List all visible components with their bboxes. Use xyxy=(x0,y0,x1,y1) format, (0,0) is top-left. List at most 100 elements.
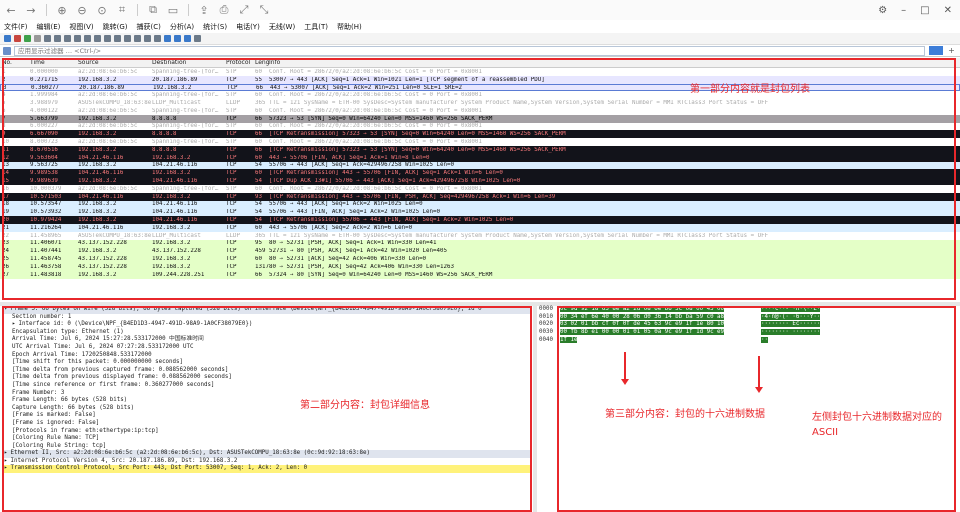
detail-row[interactable]: [Frame is ignored: False] xyxy=(2,420,532,428)
apply-filter-button[interactable] xyxy=(929,46,943,55)
expand-arrow-icon[interactable]: ▸ xyxy=(4,450,8,456)
stop-capture-icon[interactable] xyxy=(14,35,21,42)
detail-row[interactable]: ▸ Internet Protocol Version 4, Src: 20.18… xyxy=(2,458,532,466)
expand-arrow-icon[interactable]: ▸ xyxy=(4,465,8,471)
packet-row[interactable]: 4 1.999984 a2:2d:08:6e:b6:5c Spanning-tree-… xyxy=(0,91,960,100)
zoom-out-icon[interactable]: ⊖ xyxy=(75,3,89,17)
print-icon[interactable]: ⎙ xyxy=(217,3,231,17)
hex-bytes[interactable]: 03 02 01 bb cf 0f 0f de 45 63 9c e9 1f 1… xyxy=(559,321,761,329)
go-forward-icon[interactable] xyxy=(104,35,111,42)
packet-row[interactable]: 12 9.563604 104.21.46.116 192.168.3.2 TCP 60 4… xyxy=(0,153,960,162)
menu-statistics[interactable]: 统计(S) xyxy=(203,22,227,32)
folder-icon[interactable]: ▭ xyxy=(166,3,180,17)
detail-row[interactable]: [Protocols in frame: eth:ethertype:ip:tc… xyxy=(2,428,532,436)
packet-row[interactable]: 8 6.000227 a2:2d:08:6e:b6:5c Spanning-tree-… xyxy=(0,122,960,131)
detail-row[interactable]: [Coloring Rule Name: TCP] xyxy=(2,435,532,443)
maximize-icon[interactable]: □ xyxy=(920,5,929,16)
menu-file[interactable]: 文件(F) xyxy=(4,22,28,32)
detail-row[interactable]: ▸ Ethernet II, Src: a2:2d:08:6e:b6:5c (a2… xyxy=(2,450,532,458)
add-filter-button[interactable]: + xyxy=(947,46,956,55)
packet-row[interactable]: 20 10.979424 192.168.3.2 104.21.46.116 TCP 54… xyxy=(0,216,960,224)
expand-arrow-icon[interactable]: ▸ xyxy=(12,321,16,327)
packet-row[interactable]: 2 0.271715 192.168.3.2 20.187.186.89 TCP 55 53… xyxy=(0,75,960,84)
zoom-in-toolbar-icon[interactable] xyxy=(164,35,171,42)
packet-row[interactable]: 15 9.989639 192.168.3.2 104.21.46.116 TCP 54 [… xyxy=(0,177,960,185)
menu-tools[interactable]: 工具(T) xyxy=(304,22,328,32)
go-back-icon[interactable] xyxy=(94,35,101,42)
packet-row[interactable]: 18 10.573547 192.168.3.2 104.21.46.116 TCP 54… xyxy=(0,200,960,209)
packet-row[interactable]: 7 5.663799 192.168.3.2 8.8.8.8 TCP 66 57323 → … xyxy=(0,114,960,123)
start-capture-icon[interactable] xyxy=(4,35,11,42)
col-header-source[interactable]: Source xyxy=(78,59,152,66)
detail-row[interactable]: ▸ Interface id: 0 (\Device\NPF_{B4ED1D3-4… xyxy=(2,321,532,329)
detail-row[interactable]: [Time since reference or first frame: 0.… xyxy=(2,382,532,390)
menu-wireless[interactable]: 无线(W) xyxy=(269,22,295,32)
detail-row[interactable]: ▾ Frame 3: 66 bytes on wire (528 bits), 6… xyxy=(2,306,532,314)
col-header-info[interactable]: Info xyxy=(269,59,960,66)
crop-icon[interactable]: ⌗ xyxy=(115,3,129,17)
zoom-out-toolbar-icon[interactable] xyxy=(174,35,181,42)
packet-row[interactable]: 24 11.407441 192.168.3.2 43.137.152.228 TCP 4… xyxy=(0,247,960,256)
menu-help[interactable]: 帮助(H) xyxy=(337,22,362,32)
copy-icon[interactable]: ⧉ xyxy=(146,3,160,17)
col-header-protocol[interactable]: Protocol xyxy=(226,59,255,66)
packet-row[interactable]: 10 8.000723 a2:2d:08:6e:b6:5c Spanning-tree… xyxy=(0,138,960,146)
find-packet-icon[interactable] xyxy=(84,35,91,42)
detail-row[interactable]: ▸ Transmission Control Protocol, Src Port… xyxy=(2,465,532,474)
capture-options-icon[interactable] xyxy=(34,35,41,42)
hex-bytes[interactable]: 00 34 ef 6e 40 00 28 06 d0 36 14 bb ba 5… xyxy=(559,313,761,322)
packet-row[interactable]: 11 8.670516 192.168.3.2 8.8.8.8 TCP 66 [TCP Re… xyxy=(0,145,960,154)
menu-telephony[interactable]: 电话(Y) xyxy=(236,22,260,32)
packet-row[interactable]: 17 10.571503 104.21.46.116 192.168.3.2 TCP 93… xyxy=(0,192,960,201)
packet-row[interactable]: 25 11.458745 43.137.152.228 192.168.3.2 TCP 6… xyxy=(0,255,960,263)
go-to-packet-icon[interactable] xyxy=(114,35,121,42)
close-icon[interactable]: ✕ xyxy=(944,5,952,16)
collapse-arrow-icon[interactable]: ▾ xyxy=(4,306,8,312)
col-header-destination[interactable]: Destination xyxy=(152,59,226,66)
open-file-icon[interactable] xyxy=(44,35,51,42)
hex-ascii[interactable]: ········ ········ xyxy=(761,329,821,337)
packet-row[interactable]: 6 4.000122 a2:2d:08:6e:b6:5c Spanning-tree-… xyxy=(0,106,960,115)
col-header-time[interactable]: Time xyxy=(30,59,78,66)
packet-row[interactable]: 1 0.000000 a2:2d:08:6e:b6:5c Spanning-tree-… xyxy=(0,68,960,76)
detail-row[interactable]: [Time delta from previous captured frame… xyxy=(2,367,532,375)
last-packet-icon[interactable] xyxy=(134,35,141,42)
hex-bytes[interactable]: 0c 9d 92 18 63 8e a2 2d 08 6e b6 5c 08 0… xyxy=(559,306,761,314)
col-header-no[interactable]: No. xyxy=(0,59,30,66)
menu-analyze[interactable]: 分析(A) xyxy=(170,22,194,32)
display-filter-input[interactable] xyxy=(14,45,925,56)
detail-row[interactable]: UTC Arrival Time: Jul 6, 2024 07:27:28.5… xyxy=(2,344,532,352)
settings-icon[interactable]: ⚙ xyxy=(878,5,887,16)
packet-row[interactable]: 5 3.988979 ASUSTekCOMPU_18:63:8e LLDP_Multi… xyxy=(0,99,960,107)
share-icon[interactable]: ⇪ xyxy=(197,3,211,17)
hex-ascii[interactable]: ····c··- ·n·\··E· xyxy=(761,306,821,314)
detail-row[interactable]: [Time shift for this packet: 0.000000000… xyxy=(2,359,532,367)
hex-bytes[interactable]: 1f 1e xyxy=(559,336,761,345)
detail-row[interactable]: [Time delta from previous displayed fram… xyxy=(2,374,532,382)
packet-row[interactable]: 16 10.000379 a2:2d:08:6e:b6:5c Spanning-tre… xyxy=(0,184,960,193)
menu-view[interactable]: 视图(V) xyxy=(69,22,93,32)
detail-row[interactable]: [Frame is marked: False] xyxy=(2,412,532,420)
packet-row[interactable]: 22 11.458965 ASUSTekCOMPU_18:63:8e LLDP_Mul… xyxy=(0,231,960,240)
reload-icon[interactable] xyxy=(74,35,81,42)
hex-bytes[interactable]: 00 fb 8b e1 00 00 01 01 05 0a 9c e9 1f 1… xyxy=(559,329,761,337)
first-packet-icon[interactable] xyxy=(124,35,131,42)
hex-ascii[interactable]: ·· xyxy=(761,336,768,345)
close-file-icon[interactable] xyxy=(64,35,71,42)
save-file-icon[interactable] xyxy=(54,35,61,42)
detail-row[interactable]: Frame Number: 3 xyxy=(2,390,532,398)
colorize-icon[interactable] xyxy=(154,35,161,42)
packet-row[interactable]: 26 11.463758 43.137.152.228 192.168.3.2 TCP 1… xyxy=(0,262,960,271)
back-arrow-icon[interactable]: ← xyxy=(4,3,18,17)
packet-row[interactable]: 23 11.406071 43.137.152.228 192.168.3.2 TCP 9… xyxy=(0,239,960,248)
resize-columns-icon[interactable] xyxy=(194,35,201,42)
col-header-length[interactable]: Length xyxy=(255,59,269,66)
packet-row[interactable]: 14 9.989538 104.21.46.116 192.168.3.2 TCP 60 [… xyxy=(0,169,960,178)
packet-row[interactable]: 19 10.573932 192.168.3.2 104.21.46.116 TCP 54… xyxy=(0,208,960,217)
packet-row[interactable]: 9 6.667090 192.168.3.2 8.8.8.8 TCP 66 [TCP Ret… xyxy=(0,130,960,139)
menu-go[interactable]: 跳转(G) xyxy=(103,22,128,32)
autoscroll-icon[interactable] xyxy=(144,35,151,42)
normal-size-icon[interactable] xyxy=(184,35,191,42)
menu-edit[interactable]: 编辑(E) xyxy=(37,22,61,32)
packet-row[interactable]: 3 0.360277 20.187.186.89 192.168.3.2 TCP 66 44… xyxy=(0,83,960,92)
